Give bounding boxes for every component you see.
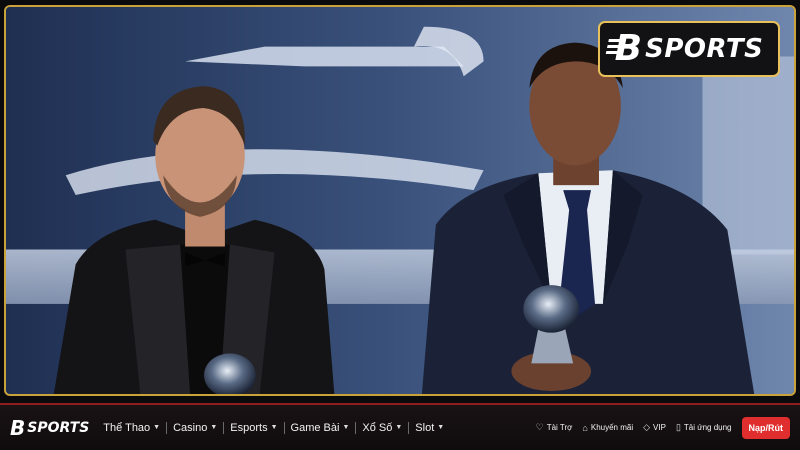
chevron-down-icon: ▼ bbox=[342, 424, 350, 431]
phone-icon: ▯ bbox=[675, 422, 681, 432]
brand-logo-text: SPORTS bbox=[645, 34, 764, 64]
bottom-nav-bar: B SPORTS Thể Thao ▼ Casino ▼ Esports ▼ G… bbox=[0, 403, 800, 450]
brand-logo: B SPORTS bbox=[598, 21, 780, 77]
menu-item-the-thao[interactable]: Thể Thao ▼ bbox=[97, 422, 166, 434]
nav-logo[interactable]: B SPORTS bbox=[10, 416, 89, 440]
menu-item-xo-so[interactable]: Xổ Số ▼ bbox=[356, 422, 408, 434]
link-khuyen-mai[interactable]: ⌂ Khuyến mãi bbox=[582, 423, 633, 433]
menu-item-label: Esports bbox=[230, 421, 268, 434]
menu-item-label: Game Bài bbox=[290, 421, 340, 434]
tag-icon: ⌂ bbox=[582, 422, 588, 433]
main-menu: Thể Thao ▼ Casino ▼ Esports ▼ Game Bài ▼… bbox=[97, 421, 450, 434]
link-label: VIP bbox=[653, 423, 666, 432]
link-tai-ung-dung[interactable]: ▯ Tải ứng dụng bbox=[676, 422, 732, 433]
menu-item-label: Xổ Số bbox=[362, 421, 393, 434]
chevron-down-icon: ▼ bbox=[210, 424, 218, 431]
link-label: Tài Trợ bbox=[546, 423, 573, 432]
nav-logo-text: SPORTS bbox=[27, 419, 90, 436]
link-label: Khuyến mãi bbox=[590, 423, 634, 432]
link-tai-tro[interactable]: ♡ Tài Trợ bbox=[536, 422, 573, 433]
photo-frame: B SPORTS bbox=[4, 5, 796, 396]
link-vip[interactable]: ◇ VIP bbox=[643, 422, 666, 433]
menu-item-label: Thể Thao bbox=[103, 421, 151, 434]
menu-item-esports[interactable]: Esports ▼ bbox=[224, 422, 283, 434]
menu-item-slot[interactable]: Slot ▼ bbox=[409, 422, 450, 434]
menu-item-casino[interactable]: Casino ▼ bbox=[167, 422, 223, 434]
chevron-down-icon: ▼ bbox=[153, 424, 161, 431]
link-label: Tải ứng dụng bbox=[683, 423, 732, 432]
nav-right-links: ♡ Tài Trợ ⌂ Khuyến mãi ◇ VIP ▯ Tải ứng d… bbox=[536, 416, 790, 439]
chevron-down-icon: ▼ bbox=[395, 424, 403, 431]
chevron-down-icon: ▼ bbox=[270, 424, 278, 431]
diamond-icon: ◇ bbox=[643, 422, 651, 432]
nav-logo-mark: B bbox=[10, 415, 26, 440]
sponsor-icon: ♡ bbox=[535, 422, 544, 432]
chevron-down-icon: ▼ bbox=[437, 424, 445, 431]
deposit-withdraw-button[interactable]: Nạp/Rút bbox=[741, 416, 790, 439]
menu-item-label: Casino bbox=[173, 421, 208, 434]
menu-item-label: Slot bbox=[415, 421, 435, 434]
brand-logo-mark: B bbox=[614, 28, 642, 69]
menu-item-game-bai[interactable]: Game Bài ▼ bbox=[285, 422, 356, 434]
